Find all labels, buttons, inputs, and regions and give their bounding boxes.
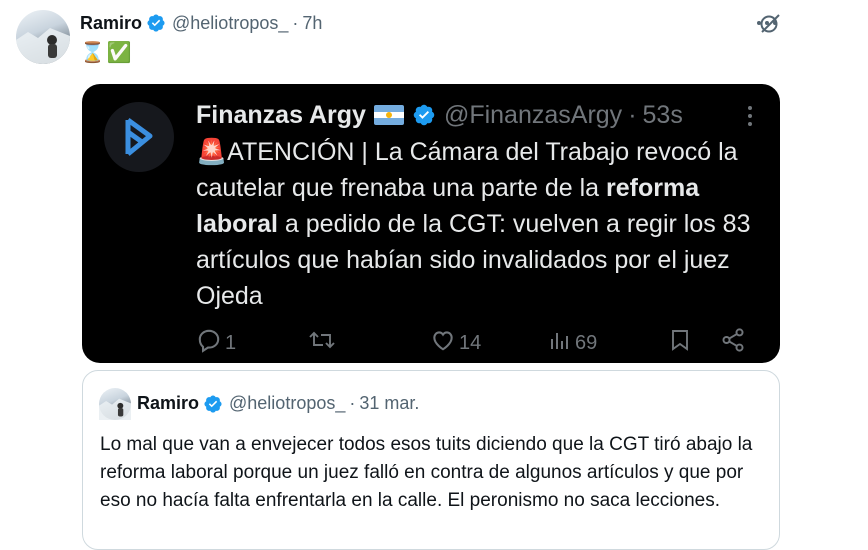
argentina-flag-icon [373, 105, 404, 125]
timestamp[interactable]: 7h [302, 13, 322, 34]
embedded-tweet-image[interactable]: Finanzas Argy @FinanzasArgy · 53s 🚨ATENC… [82, 84, 780, 363]
embedded-separator: · [628, 100, 637, 129]
bookmark-icon [668, 327, 692, 359]
like-icon [430, 327, 456, 359]
like-count: 14 [459, 331, 482, 354]
embedded-verified-icon [412, 103, 436, 127]
separator: · [292, 12, 299, 33]
embedded-actions: 1 14 69 [196, 327, 756, 355]
views-icon [548, 327, 572, 359]
tweet-body: ⌛ ✅ [80, 40, 132, 65]
embedded-author-name: Finanzas Argy [196, 100, 366, 129]
quoted-date: 31 mar. [359, 393, 420, 413]
embedded-handle: @FinanzasArgy [443, 100, 623, 129]
hourglass-emoji: ⌛ [80, 42, 105, 64]
share-icon [720, 327, 746, 359]
tweet-header: Ramiro @heliotropos_ · 7h [80, 11, 322, 35]
embedded-views: 69 [548, 327, 597, 359]
quoted-handle: @heliotropos_ [229, 393, 346, 413]
author-handle[interactable]: @heliotropos_ [172, 13, 288, 34]
embedded-reply: 1 [196, 327, 236, 359]
embedded-bookmark [668, 327, 692, 359]
reply-count: 1 [225, 331, 237, 354]
more-icon[interactable] [754, 10, 780, 41]
quoted-separator: · [349, 393, 356, 413]
embedded-more-icon [746, 104, 754, 134]
verified-badge-icon [146, 13, 166, 33]
author-name[interactable]: Ramiro [80, 13, 142, 34]
quoted-tweet[interactable]: Ramiro @heliotropos_ · 31 mar. Lo mal qu… [82, 370, 780, 550]
quoted-text: Lo mal que van a envejecer todos esos tu… [100, 434, 753, 511]
views-count: 69 [575, 331, 598, 354]
embedded-share [720, 327, 746, 359]
reply-icon [196, 327, 222, 359]
quoted-header: Ramiro @heliotropos_ · 31 mar. [137, 393, 419, 414]
alert-emoji: 🚨 [196, 138, 228, 166]
embedded-timestamp: 53s [642, 100, 683, 129]
quoted-avatar [99, 388, 131, 420]
finanzas-argy-logo [104, 102, 174, 172]
embedded-header: Finanzas Argy @FinanzasArgy · 53s [196, 100, 683, 130]
quoted-author-name: Ramiro [137, 393, 200, 413]
embedded-text: 🚨ATENCIÓN | La Cámara del Trabajo revocó… [196, 134, 756, 314]
retweet-icon [308, 327, 336, 359]
embedded-retweet [308, 327, 336, 359]
embedded-like: 14 [430, 327, 481, 359]
check-emoji: ✅ [106, 42, 132, 64]
avatar[interactable] [16, 10, 70, 64]
quoted-verified-icon [203, 394, 223, 414]
embedded-text-part2: a pedido de la CGT: vuelven a regir los … [196, 210, 751, 310]
